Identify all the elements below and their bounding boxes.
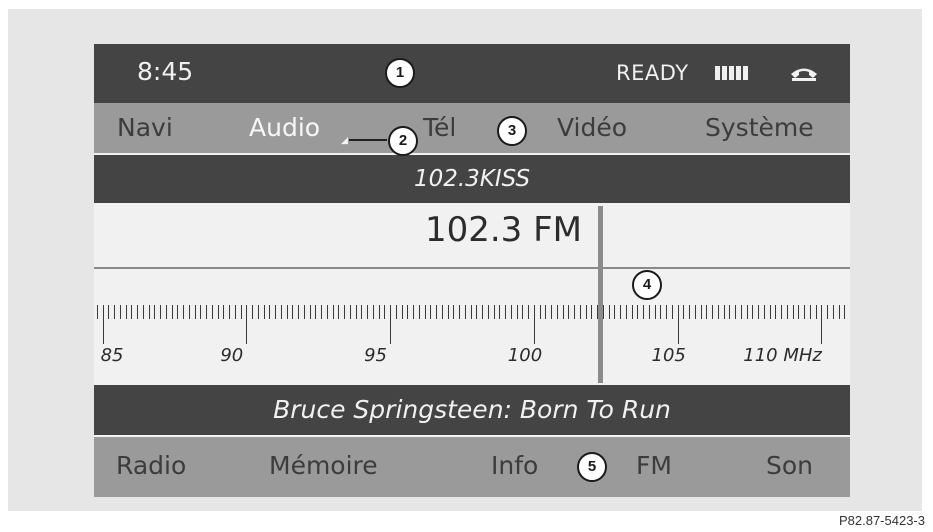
signal-strength-icon bbox=[715, 66, 748, 80]
scale-label-85: 85 bbox=[100, 345, 124, 366]
figure-reference: P82.87-5423-3 bbox=[838, 513, 925, 528]
menu-item-tel[interactable]: Tél bbox=[423, 113, 456, 142]
menu-item-audio[interactable]: Audio bbox=[249, 113, 320, 142]
menu-item-video[interactable]: Vidéo bbox=[557, 113, 627, 142]
scale-label-110: 110 MHz bbox=[743, 345, 822, 366]
station-name: 102.3KISS bbox=[94, 155, 850, 203]
softkey-info[interactable]: Info bbox=[491, 451, 538, 480]
main-function-bar: Navi Audio ◢ Tél Vidéo Système bbox=[94, 103, 850, 153]
scale-label-90: 90 bbox=[220, 345, 244, 366]
track-info: Bruce Springsteen: Born To Run bbox=[94, 385, 850, 435]
menu-item-systeme[interactable]: Système bbox=[705, 113, 814, 142]
scale-label-95: 95 bbox=[364, 345, 387, 366]
callout-2-leader bbox=[349, 139, 387, 141]
frequency-readout: 102.3 FM bbox=[424, 210, 582, 250]
phone-handset-icon bbox=[791, 68, 817, 81]
softkey-radio[interactable]: Radio bbox=[116, 451, 186, 480]
softkey-son[interactable]: Son bbox=[766, 451, 813, 480]
frequency-scale bbox=[97, 305, 845, 344]
status-bar: 8:45 READY bbox=[94, 44, 850, 103]
callout-3: 3 bbox=[497, 116, 527, 146]
ready-indicator: READY bbox=[616, 61, 689, 85]
softkey-memoire[interactable]: Mémoire bbox=[269, 451, 378, 480]
clock: 8:45 bbox=[137, 57, 194, 86]
callout-4: 4 bbox=[632, 270, 662, 300]
tuning-needle[interactable] bbox=[598, 206, 603, 383]
frequency-tuner[interactable]: 102.3 FM 85 90 95 100 105 110 MHz bbox=[94, 206, 850, 383]
softkey-bar: Radio Mémoire Info FM Son bbox=[94, 437, 850, 497]
divider bbox=[94, 267, 850, 269]
softkey-fm[interactable]: FM bbox=[636, 451, 672, 480]
callout-2: 2 bbox=[388, 126, 418, 156]
callout-1: 1 bbox=[385, 58, 415, 88]
callout-5: 5 bbox=[577, 452, 607, 482]
scale-label-105: 105 bbox=[651, 345, 686, 366]
menu-item-navi[interactable]: Navi bbox=[117, 113, 173, 142]
scale-label-100: 100 bbox=[507, 345, 543, 366]
selection-caret-icon: ◢ bbox=[341, 136, 348, 146]
comand-display: 8:45 READY Navi Audio ◢ Tél Vidéo Systèm… bbox=[94, 44, 850, 497]
